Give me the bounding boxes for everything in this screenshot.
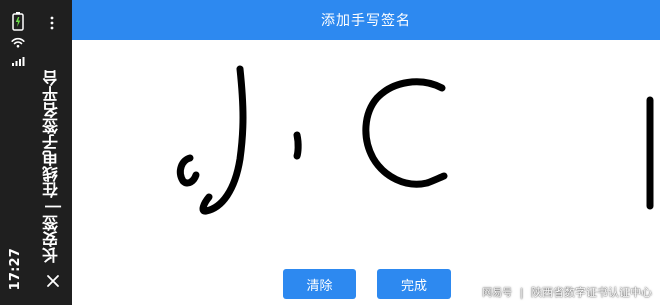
page-title: 添加手写签名 [321, 13, 411, 29]
signature-stroke-1 [176, 154, 200, 187]
signal-icon [12, 57, 25, 66]
wifi-icon [11, 37, 25, 48]
watermark: 网易号 | 陕西省数字证书认证中心 [482, 284, 652, 300]
signature-screen: 长安签 | 在线电子签名平台 17:27 添加手写签名 清除 完成 网易号 | … [0, 0, 660, 305]
left-system-bar: 长安签 | 在线电子签名平台 17:27 [0, 0, 72, 305]
close-icon[interactable] [46, 274, 60, 288]
signature-stroke-2 [199, 65, 247, 215]
watermark-separator: | [519, 286, 524, 299]
page-caption: 长安签 | 在线电子签名平台 [42, 70, 61, 263]
header-bar: 添加手写签名 [72, 0, 660, 40]
watermark-source: 陕西省数字证书认证中心 [531, 286, 652, 299]
watermark-brand: 网易号 [482, 288, 513, 299]
status-time: 17:27 [8, 248, 23, 291]
battery-charging-icon [12, 12, 24, 31]
signature-strokes[interactable] [72, 40, 660, 305]
signature-stroke-4 [362, 78, 448, 188]
signature-stroke-3 [293, 131, 302, 160]
signature-canvas[interactable]: 清除 完成 网易号 | 陕西省数字证书认证中心 [72, 40, 660, 305]
clear-button[interactable]: 清除 [283, 269, 356, 299]
more-vertical-icon[interactable] [44, 14, 60, 32]
done-button[interactable]: 完成 [377, 269, 451, 299]
